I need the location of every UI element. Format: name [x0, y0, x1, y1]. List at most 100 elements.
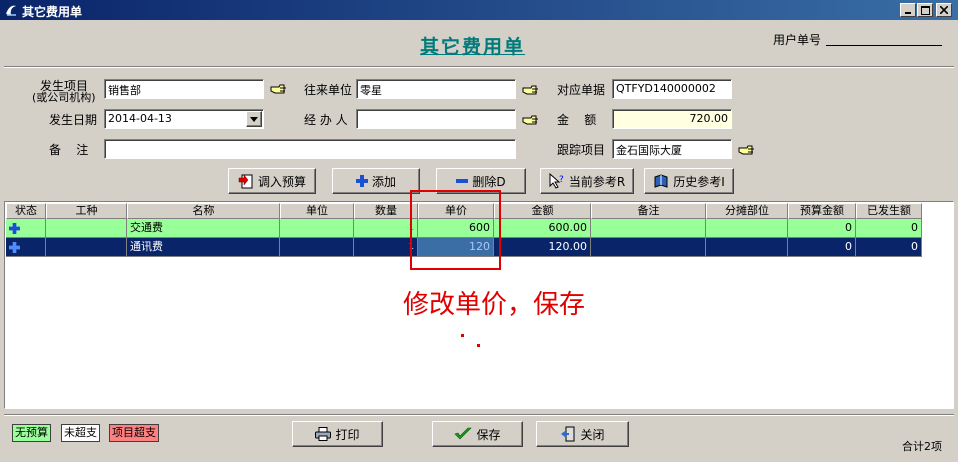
plus-icon	[9, 222, 20, 234]
highlight-box	[410, 190, 501, 270]
chevron-down-icon	[250, 116, 258, 122]
total-count: 合计2项	[902, 440, 942, 453]
amount-label: 金 额	[557, 113, 597, 127]
dept-sublabel: (或公司机构)	[32, 91, 96, 104]
col-budget[interactable]: 预算金额	[788, 203, 856, 219]
save-label: 保存	[476, 427, 501, 442]
trade-cell[interactable]	[46, 219, 127, 238]
hand-pointer-icon[interactable]	[522, 113, 540, 127]
minimize-button[interactable]	[900, 3, 916, 17]
amount-cell[interactable]: 120.00	[494, 238, 591, 257]
add-label: 添加	[371, 174, 396, 189]
partner-label: 往来单位	[304, 83, 353, 97]
occurred-cell: 0	[856, 238, 922, 257]
window-title: 其它费用单	[22, 5, 83, 19]
close-button[interactable]: 关闭	[536, 421, 629, 447]
amount-cell[interactable]: 600.00	[494, 219, 591, 238]
import-budget-label: 调入预算	[257, 174, 306, 189]
current-ref-label: 当前参考R	[568, 174, 626, 189]
col-occurred[interactable]: 已发生额	[856, 203, 922, 219]
partner-input[interactable]: 零星	[356, 79, 516, 99]
dept-input[interactable]: 销售部	[104, 79, 264, 99]
status-cell	[6, 238, 46, 257]
history-ref-label: 历史参考I	[673, 174, 725, 189]
delete-label: 删除D	[472, 174, 506, 189]
footer-divider	[4, 414, 954, 416]
close-label: 关闭	[580, 427, 605, 442]
close-window-button[interactable]	[936, 3, 952, 17]
occurred-cell: 0	[856, 219, 922, 238]
maximize-icon	[920, 5, 930, 15]
alloc-cell[interactable]	[706, 219, 788, 238]
qty-cell[interactable]: 1	[354, 238, 418, 257]
window-titlebar: 其它费用单	[0, 0, 958, 20]
annotation-dot	[461, 334, 464, 337]
name-cell[interactable]: 通讯费	[127, 238, 280, 257]
plus-icon	[9, 241, 20, 253]
col-amount[interactable]: 金额	[494, 203, 591, 219]
date-label: 发生日期	[49, 113, 98, 127]
print-label: 打印	[335, 427, 360, 442]
legend-not-over: 未超支	[61, 424, 100, 442]
remark-input[interactable]	[104, 139, 516, 159]
printer-icon	[315, 427, 332, 441]
track-label: 跟踪项目	[557, 143, 606, 157]
ref-label: 对应单据	[557, 83, 606, 97]
budget-cell: 0	[788, 219, 856, 238]
col-trade[interactable]: 工种	[46, 203, 127, 219]
col-status[interactable]: 状态	[6, 203, 46, 219]
minus-icon	[456, 179, 469, 183]
remark-cell[interactable]	[591, 238, 706, 257]
svg-text:?: ?	[559, 175, 564, 185]
help-cursor-icon: ?	[549, 173, 564, 189]
unit-cell[interactable]	[280, 238, 354, 257]
checkmark-icon	[454, 427, 473, 440]
trade-cell[interactable]	[46, 238, 127, 257]
unit-cell[interactable]	[280, 219, 354, 238]
budget-cell: 0	[788, 238, 856, 257]
track-input[interactable]: 金石国际大厦	[612, 139, 732, 159]
col-remark[interactable]: 备注	[591, 203, 706, 219]
current-ref-button[interactable]: ? 当前参考R	[540, 168, 634, 194]
remark-cell[interactable]	[591, 219, 706, 238]
legend-over: 项目超支	[109, 424, 159, 442]
legend-no-budget: 无预算	[12, 424, 51, 442]
col-unit[interactable]: 单位	[280, 203, 354, 219]
name-cell[interactable]: 交通费	[127, 219, 280, 238]
close-icon	[940, 6, 948, 14]
plus-icon	[355, 175, 368, 187]
import-budget-button[interactable]: 调入预算	[228, 168, 316, 194]
page-title: 其它费用单	[420, 36, 526, 58]
hand-pointer-icon[interactable]	[522, 83, 540, 97]
app-icon	[6, 5, 16, 16]
book-icon	[654, 174, 668, 188]
status-cell	[6, 219, 46, 238]
date-input[interactable]: 2014-04-13	[104, 109, 264, 129]
minimize-icon	[905, 12, 911, 14]
add-button[interactable]: 添加	[332, 168, 420, 194]
alloc-cell[interactable]	[706, 238, 788, 257]
hand-pointer-icon[interactable]	[738, 143, 756, 157]
save-button[interactable]: 保存	[432, 421, 523, 447]
header-divider	[4, 66, 954, 68]
annotation-text: 修改单价，保存	[403, 290, 586, 320]
col-alloc[interactable]: 分摊部位	[706, 203, 788, 219]
handler-label: 经 办 人	[304, 113, 348, 127]
date-dropdown-button[interactable]	[246, 111, 262, 127]
col-name[interactable]: 名称	[127, 203, 280, 219]
handler-input[interactable]	[356, 109, 516, 129]
qty-cell[interactable]: 1	[354, 219, 418, 238]
user-no-field[interactable]	[826, 45, 942, 46]
ref-input[interactable]: QTFYD140000002	[612, 79, 732, 99]
exit-door-icon	[561, 426, 575, 442]
remark-label: 备 注	[49, 143, 89, 157]
annotation-dot	[477, 344, 480, 347]
history-ref-button[interactable]: 历史参考I	[644, 168, 734, 194]
import-doc-icon	[238, 174, 253, 189]
maximize-button[interactable]	[917, 3, 933, 17]
print-button[interactable]: 打印	[292, 421, 383, 447]
amount-input[interactable]: 720.00	[612, 109, 732, 129]
hand-pointer-icon[interactable]	[270, 82, 288, 96]
user-no-label: 用户单号	[773, 33, 822, 47]
col-qty[interactable]: 数量	[354, 203, 418, 219]
